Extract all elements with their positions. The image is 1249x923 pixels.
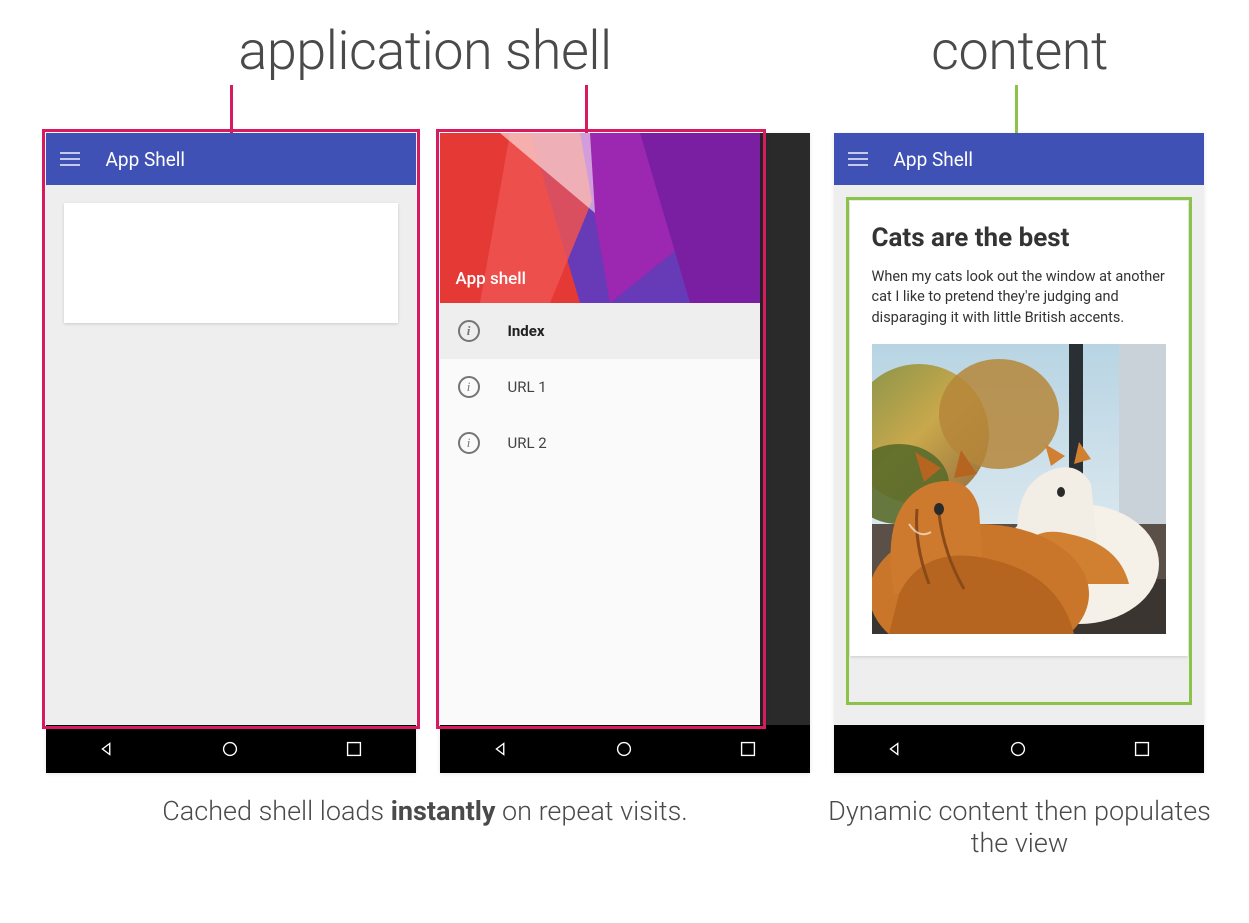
drawer-item-index[interactable]: i Index	[440, 303, 760, 359]
home-icon[interactable]	[1007, 738, 1029, 760]
article-body: When my cats look out the window at anot…	[872, 267, 1166, 328]
android-nav-bar	[834, 725, 1204, 773]
heading-content: content	[820, 20, 1219, 83]
caption-right: Dynamic content then populates the view	[820, 795, 1219, 859]
android-nav-bar	[440, 725, 810, 773]
article-image	[872, 344, 1166, 634]
android-nav-bar	[46, 725, 416, 773]
phone-1: App Shell	[46, 133, 416, 773]
hamburger-icon[interactable]	[848, 152, 868, 166]
caption-left-bold: instantly	[391, 795, 496, 827]
article-title: Cats are the best	[872, 223, 1166, 253]
phone-2: App shell i Index i URL 1 i URL 2	[440, 133, 810, 773]
headings-row: application shell content	[30, 20, 1219, 83]
caption-left-post: on repeat visits.	[495, 795, 687, 827]
phone-1-wrap: App Shell	[46, 133, 416, 773]
info-icon: i	[458, 376, 480, 398]
home-icon[interactable]	[613, 738, 635, 760]
phone-2-wrap: App shell i Index i URL 1 i URL 2	[440, 133, 810, 773]
content-card: Cats are the best When my cats look out …	[850, 201, 1188, 656]
nav-drawer: App shell i Index i URL 1 i URL 2	[440, 133, 760, 725]
home-icon[interactable]	[219, 738, 241, 760]
drawer-item-label: URL 2	[508, 434, 547, 452]
drawer-header: App shell	[440, 133, 760, 303]
captions-row: Cached shell loads instantly on repeat v…	[30, 795, 1219, 859]
phone-3-wrap: App Shell Cats are the best When my cats…	[834, 133, 1204, 773]
app-title: App Shell	[894, 148, 974, 171]
heading-app-shell: application shell	[30, 20, 820, 83]
hamburger-icon[interactable]	[60, 152, 80, 166]
info-icon: i	[458, 432, 480, 454]
back-icon[interactable]	[96, 738, 118, 760]
recents-icon[interactable]	[1131, 738, 1153, 760]
phone-1-body	[46, 185, 416, 725]
drawer-item-url2[interactable]: i URL 2	[440, 415, 760, 471]
drawer-item-label: Index	[508, 322, 545, 340]
info-icon: i	[458, 320, 480, 342]
back-icon[interactable]	[884, 738, 906, 760]
caption-left: Cached shell loads instantly on repeat v…	[30, 795, 820, 859]
drawer-title: App shell	[456, 269, 526, 289]
drawer-item-label: URL 1	[508, 378, 547, 396]
app-bar: App Shell	[46, 133, 416, 185]
phone-3-body: Cats are the best When my cats look out …	[834, 185, 1204, 725]
caption-left-pre: Cached shell loads	[162, 795, 390, 827]
back-icon[interactable]	[490, 738, 512, 760]
placeholder-card	[64, 203, 398, 323]
drawer-item-url1[interactable]: i URL 1	[440, 359, 760, 415]
phones-row: App Shell	[30, 133, 1219, 773]
app-bar: App Shell	[834, 133, 1204, 185]
cats-illustration	[872, 344, 1166, 634]
phone-3: App Shell Cats are the best When my cats…	[834, 133, 1204, 773]
recents-icon[interactable]	[343, 738, 365, 760]
app-title: App Shell	[106, 148, 186, 171]
recents-icon[interactable]	[737, 738, 759, 760]
